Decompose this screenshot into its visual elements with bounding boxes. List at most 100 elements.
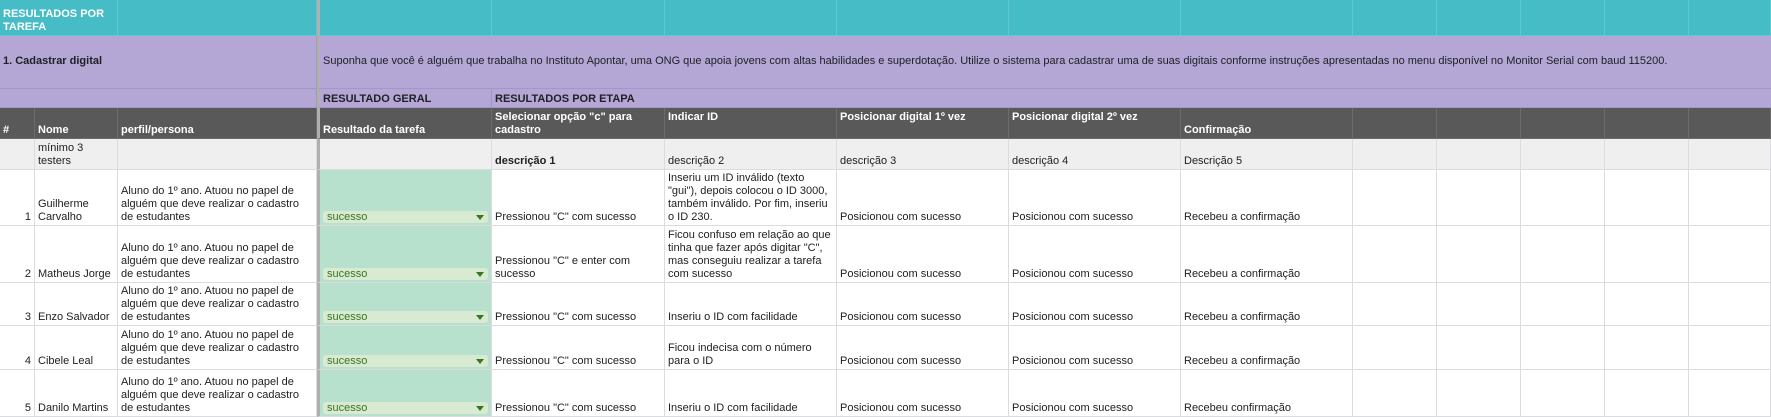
task-description-cell[interactable]: Suponha que você é alguém que trabalha n… [317,36,1771,89]
col-header-step3[interactable]: Posicionar digital 1º vez [837,108,1009,139]
empty-cell[interactable] [1353,283,1437,326]
task-title[interactable]: 1. Cadastrar digital [0,36,317,89]
empty-cell[interactable] [1521,283,1605,326]
empty-cell[interactable] [1689,326,1771,370]
empty-cell[interactable] [1605,370,1689,417]
empty-cell[interactable] [1521,170,1605,226]
col-header-name[interactable]: Nome [35,108,118,139]
empty-cell[interactable] [1521,370,1605,417]
step3-result[interactable]: Posicionou com sucesso [837,326,1009,370]
step4-result[interactable]: Posicionou com sucesso [1009,170,1181,226]
step1-result[interactable]: Pressionou "C" e enter com sucesso [492,226,665,283]
step3-result[interactable]: Posicionou com sucesso [837,226,1009,283]
hint-cell[interactable] [317,139,492,170]
tester-name[interactable]: Matheus Jorge [35,226,118,283]
tester-name[interactable]: Danilo Martins [35,370,118,417]
empty-cell[interactable] [1605,326,1689,370]
empty-cell[interactable] [1353,326,1437,370]
hint-cell[interactable] [1353,139,1437,170]
hint-testers[interactable]: mínimo 3 testers [35,139,118,170]
tester-persona[interactable]: Aluno do 1º ano. Atuou no papel de algué… [118,283,317,326]
purple-cell[interactable] [0,89,317,108]
teal-cell[interactable] [1437,0,1521,36]
empty-cell[interactable] [1353,170,1437,226]
step4-result[interactable]: Posicionou com sucesso [1009,326,1181,370]
teal-cell[interactable] [1605,0,1689,36]
col-header-step1[interactable]: Selecionar opção "c" para cadastro [492,108,665,139]
result-dropdown[interactable]: sucesso [323,268,488,280]
hint-cell[interactable] [118,139,317,170]
step2-result[interactable]: Ficou confuso em relação ao que tinha qu… [665,226,837,283]
step2-result[interactable]: Ficou indecisa com o número para o ID [665,326,837,370]
tester-persona[interactable]: Aluno do 1º ano. Atuou no papel de algué… [118,226,317,283]
step3-result[interactable]: Posicionou com sucesso [837,370,1009,417]
tester-persona[interactable]: Aluno do 1º ano. Atuou no papel de algué… [118,170,317,226]
hint-step5[interactable]: Descrição 5 [1181,139,1353,170]
empty-header-cell[interactable] [1353,108,1437,139]
empty-cell[interactable] [1437,226,1521,283]
teal-cell[interactable] [492,0,665,36]
col-header-num[interactable]: # [0,108,35,139]
hint-step1[interactable]: descrição 1 [492,139,665,170]
empty-cell[interactable] [1521,326,1605,370]
general-result-header[interactable]: RESULTADO GERAL [317,89,492,108]
teal-cell[interactable] [1521,0,1605,36]
empty-cell[interactable] [1689,170,1771,226]
step3-result[interactable]: Posicionou com sucesso [837,283,1009,326]
result-cell[interactable]: sucesso [317,226,492,283]
step5-result[interactable]: Recebeu a confirmação [1181,226,1353,283]
hint-cell[interactable] [1689,139,1771,170]
empty-cell[interactable] [1437,283,1521,326]
teal-cell[interactable] [837,0,1009,36]
tester-name[interactable]: Enzo Salvador [35,283,118,326]
result-dropdown[interactable]: sucesso [323,402,488,414]
col-header-step5[interactable]: Confirmação [1181,108,1353,139]
hint-cell[interactable] [1605,139,1689,170]
step5-result[interactable]: Recebeu a confirmação [1181,170,1353,226]
teal-cell[interactable] [1689,0,1771,36]
empty-header-cell[interactable] [1689,108,1771,139]
teal-cell[interactable] [1009,0,1181,36]
col-header-step2[interactable]: Indicar ID [665,108,837,139]
tester-persona[interactable]: Aluno do 1º ano. Atuou no papel de algué… [118,326,317,370]
step5-result[interactable]: Recebeu confirmação [1181,370,1353,417]
step4-result[interactable]: Posicionou com sucesso [1009,283,1181,326]
result-dropdown[interactable]: sucesso [323,311,488,323]
hint-cell[interactable] [1521,139,1605,170]
row-number[interactable]: 3 [0,283,35,326]
step1-result[interactable]: Pressionou "C" com sucesso [492,283,665,326]
col-header-step4[interactable]: Posicionar digital 2º vez [1009,108,1181,139]
row-number[interactable]: 1 [0,170,35,226]
empty-header-cell[interactable] [1437,108,1521,139]
step1-result[interactable]: Pressionou "C" com sucesso [492,326,665,370]
hint-step3[interactable]: descrição 3 [837,139,1009,170]
empty-cell[interactable] [1353,226,1437,283]
col-header-persona[interactable]: perfil/persona [118,108,317,139]
step1-result[interactable]: Pressionou "C" com sucesso [492,370,665,417]
tester-persona[interactable]: Aluno do 1º ano. Atuou no papel de algué… [118,370,317,417]
empty-cell[interactable] [1689,370,1771,417]
step4-result[interactable]: Posicionou com sucesso [1009,370,1181,417]
step4-result[interactable]: Posicionou com sucesso [1009,226,1181,283]
empty-cell[interactable] [1605,170,1689,226]
row-number[interactable]: 4 [0,326,35,370]
teal-cell[interactable] [1353,0,1437,36]
result-cell[interactable]: sucesso [317,283,492,326]
empty-cell[interactable] [1689,226,1771,283]
empty-cell[interactable] [1605,283,1689,326]
tester-name[interactable]: Guilherme Carvalho [35,170,118,226]
teal-cell[interactable] [665,0,837,36]
step1-result[interactable]: Pressionou "C" com sucesso [492,170,665,226]
step5-result[interactable]: Recebeu a confirmação [1181,326,1353,370]
step2-result[interactable]: Inseriu o ID com facilidade [665,370,837,417]
result-dropdown[interactable]: sucesso [323,211,488,223]
hint-cell[interactable] [1437,139,1521,170]
section-header[interactable]: RESULTADOS POR TAREFA [0,0,118,36]
empty-cell[interactable] [1521,226,1605,283]
empty-cell[interactable] [1689,283,1771,326]
hint-cell[interactable] [0,139,35,170]
result-cell[interactable]: sucesso [317,326,492,370]
teal-cell[interactable] [118,0,317,36]
step-results-header[interactable]: RESULTADOS POR ETAPA [492,89,1771,108]
step5-result[interactable]: Recebeu a confirmação [1181,283,1353,326]
